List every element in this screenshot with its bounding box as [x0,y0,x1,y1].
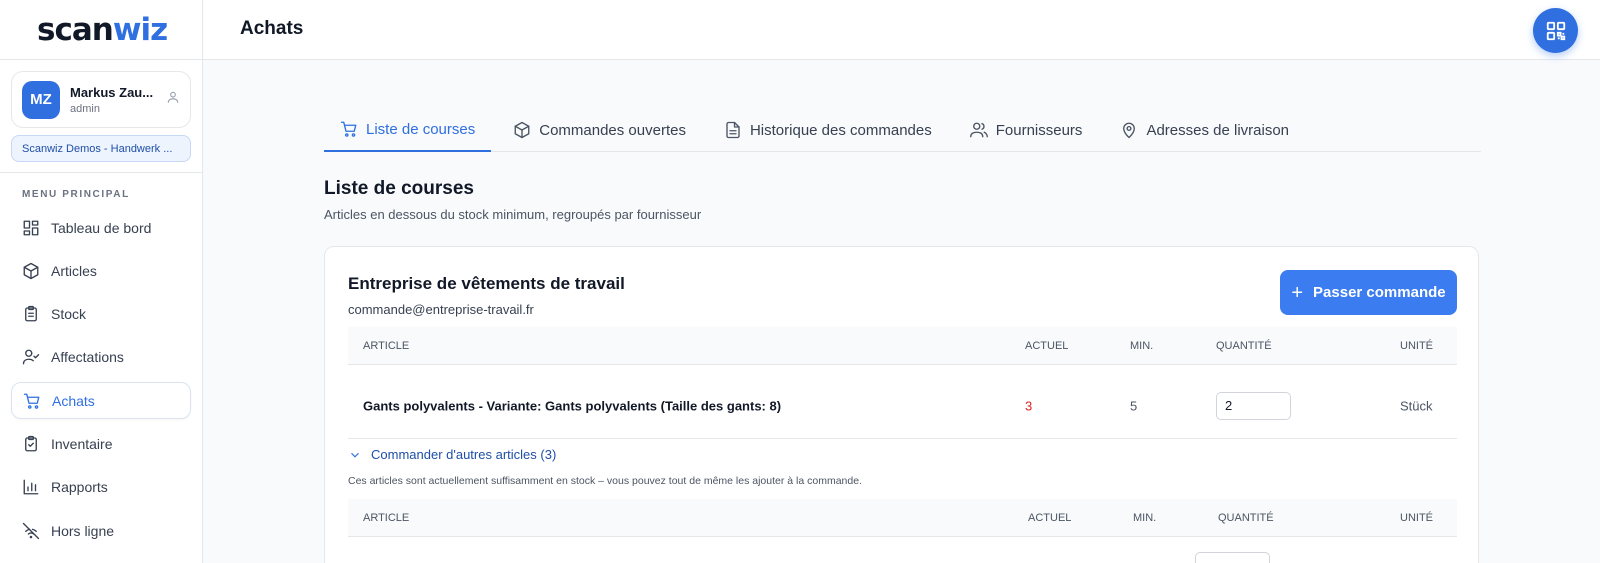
sidebar-item-label: Affectations [51,349,124,366]
sidebar-item-label: Articles [51,262,97,279]
user-name: Markus Zau... [70,84,154,100]
qr-code-icon [1546,21,1565,40]
col-quantite: QUANTITÉ [1218,511,1274,524]
map-pin-icon [1123,122,1136,139]
sidebar-item-rapports[interactable]: Rapports [11,469,191,506]
order-more-label: Commander d'autres articles (3) [371,447,557,462]
purchase-tabs: Liste de courses Commandes ouvertes Hist… [324,108,1481,152]
min-stock: 5 [1130,398,1138,413]
page-title: Achats [240,18,304,39]
section-subtitle: Articles en dessous du stock minimum, re… [324,207,702,222]
logo-text-scan: scan [37,11,114,48]
sidebar-item-label: Rapports [51,479,108,496]
sidebar-item-stock[interactable]: Stock [11,296,191,333]
col-unite: UNITÉ [1400,511,1433,524]
place-order-label: Passer commande [1313,284,1446,301]
supplier-email: commande@entreprise-travail.fr [348,302,534,317]
organization-selector[interactable]: Scanwiz Demos - Handwerk ... [11,135,191,162]
col-unite: UNITÉ [1400,339,1433,352]
table-header-more: ARTICLE ACTUEL MIN. QUANTITÉ UNITÉ [348,499,1457,537]
article-name: Gants polyvalents - Variante: Gants poly… [363,398,782,413]
col-quantite: QUANTITÉ [1216,339,1272,352]
tab-label: Adresses de livraison [1146,121,1290,139]
main-menu: Tableau de bord Articles Stock Affectati… [11,209,191,555]
box-icon [514,121,530,139]
col-min: MIN. [1130,339,1154,352]
box-icon [23,262,39,279]
tab-adresses-livraison[interactable]: Adresses de livraison [1104,108,1305,152]
table-header: ARTICLE ACTUEL MIN. QUANTITÉ UNITÉ [348,327,1457,365]
sidebar-item-affectations[interactable]: Affectations [11,339,191,376]
supplier-card: Entreprise de vêtements de travail comma… [324,246,1479,563]
col-actuel: ACTUEL [1028,511,1072,524]
quantity-cell [1216,391,1291,420]
sidebar-item-hors-ligne[interactable]: Hors ligne [11,512,191,549]
sidebar-item-articles[interactable]: Articles [11,252,191,289]
sidebar-item-dashboard[interactable]: Tableau de bord [11,209,191,246]
scanwiz-logo[interactable]: scan wiz [0,0,202,60]
sidebar-item-inventaire[interactable]: Inventaire [11,425,191,462]
sidebar: scan wiz MZ Markus Zau... admin Scanwiz D… [0,0,203,563]
sidebar-item-label: Tableau de bord [51,219,152,236]
col-min: MIN. [1133,511,1157,524]
tab-label: Historique des commandes [749,121,932,139]
clipboard-check-icon [25,435,37,452]
clipboard-list-icon [25,305,37,322]
logo-text-wiz: wiz [112,11,168,48]
section-title: Liste de courses [324,178,474,199]
sidebar-divider [0,172,203,173]
file-text-icon [726,121,740,139]
tab-commandes-ouvertes[interactable]: Commandes ouvertes [497,108,702,152]
cart-icon [23,393,40,409]
user-card[interactable]: MZ Markus Zau... admin [11,71,191,128]
place-order-button[interactable]: + Passer commande [1280,270,1457,315]
unit: Stück [1400,398,1433,413]
table-row: Gants polyvalents - Variante: Gants poly… [348,373,1457,439]
dashboard-icon [23,220,39,235]
tab-label: Liste de courses [366,120,476,138]
col-actuel: ACTUEL [1025,339,1069,352]
user-icon[interactable] [166,90,180,109]
user-info: Markus Zau... admin [70,85,166,115]
quantity-input[interactable] [1195,552,1270,563]
tab-historique[interactable]: Historique des commandes [708,108,948,152]
sidebar-item-label: Achats [52,392,95,409]
qr-scan-button[interactable] [1533,8,1578,53]
sidebar-item-achats[interactable]: Achats [11,382,191,420]
sidebar-item-label: Inventaire [51,435,113,452]
bar-chart-icon [23,479,39,495]
user-role: admin [70,102,100,115]
top-header: Achats [203,0,1600,60]
avatar: MZ [22,80,60,119]
plus-icon: + [1291,281,1304,304]
supplier-name: Entreprise de vêtements de travail [348,274,625,293]
tab-label: Commandes ouvertes [539,121,686,139]
order-more-note: Ces articles sont actuellement suffisamm… [348,475,862,487]
sidebar-item-label: Hors ligne [51,522,115,539]
quantity-input[interactable] [1216,391,1291,420]
users-icon [969,122,988,138]
current-stock: 3 [1025,398,1033,413]
user-check-icon [22,349,40,365]
menu-heading: MENU PRINCIPAL [22,189,130,200]
sidebar-item-label: Stock [51,306,87,323]
col-article: ARTICLE [363,511,410,524]
col-article: ARTICLE [363,339,410,352]
chevron-down-icon [351,452,359,458]
order-more-articles-toggle[interactable]: Commander d'autres articles (3) [348,447,556,462]
wifi-off-icon [22,522,40,539]
tab-fournisseurs[interactable]: Fournisseurs [954,108,1099,152]
tab-label: Fournisseurs [995,121,1083,139]
tab-liste-de-courses[interactable]: Liste de courses [324,108,492,152]
cart-icon [340,121,357,137]
